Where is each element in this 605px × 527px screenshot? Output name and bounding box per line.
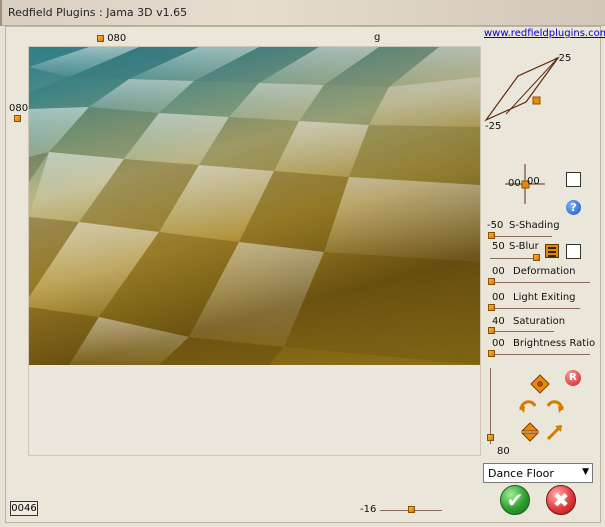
rotate-right-icon[interactable] [545, 396, 565, 416]
light-y-value: 00 [527, 176, 540, 187]
brightness-ratio-label: Brightness Ratio [513, 338, 596, 349]
light-exiting-slider-track[interactable] [490, 308, 580, 309]
title-bar: Redfield Plugins : Jama 3D v1.65 [0, 0, 605, 26]
rotate-left-icon[interactable] [518, 396, 538, 416]
deformation-slider-track[interactable] [490, 282, 590, 283]
s-blur-value: 50 [492, 241, 505, 252]
vertical-slider-track[interactable] [490, 368, 491, 444]
light-exiting-slider-handle[interactable] [488, 304, 495, 311]
light-exiting-value: 00 [492, 292, 505, 303]
s-shading-label: S-Shading [509, 220, 560, 231]
chevron-down-icon: ▼ [582, 467, 589, 477]
s-shading-value: -50 [487, 220, 504, 231]
zoom-value: -16 [360, 504, 377, 515]
light-checkbox[interactable] [566, 172, 581, 187]
g-label: g [374, 32, 381, 43]
checker-floor-render [29, 47, 480, 365]
s-blur-checkbox[interactable] [566, 244, 581, 259]
saturation-label: Saturation [513, 316, 566, 327]
top-x-value: 080 [107, 33, 127, 44]
left-y-value: 080 [9, 103, 29, 114]
vertical-arrows-icon[interactable] [520, 422, 540, 442]
preset-selected: Dance Floor [488, 467, 554, 480]
ok-button[interactable]: ✔ [500, 485, 530, 515]
preview-image[interactable] [29, 47, 480, 365]
preview-area[interactable] [28, 46, 481, 456]
deformation-value: 00 [492, 266, 505, 277]
help-icon[interactable]: ? [566, 200, 581, 215]
s-blur-label: S-Blur [509, 241, 539, 252]
resize-icon[interactable] [545, 422, 565, 442]
light-x-value: 00 [508, 178, 521, 189]
brightness-ratio-value: 00 [492, 338, 505, 349]
preset-dropdown[interactable]: Dance Floor ▼ [483, 463, 593, 483]
left-y-handle[interactable] [14, 115, 21, 122]
rotation-bottom-left-value: -25 [485, 121, 502, 132]
list-icon[interactable] [545, 244, 559, 258]
cancel-button[interactable]: ✖ [546, 485, 576, 515]
saturation-slider-track[interactable] [490, 331, 554, 332]
deformation-label: Deformation [513, 266, 576, 277]
move-icon[interactable] [530, 374, 550, 394]
zoom-slider-handle[interactable] [408, 506, 415, 513]
vertical-slider-value: 80 [497, 446, 510, 457]
deformation-slider-handle[interactable] [488, 278, 495, 285]
s-shading-slider-handle[interactable] [488, 232, 495, 239]
top-x-marker[interactable]: 080 [97, 33, 126, 44]
rotation-top-right-value: -25 [555, 53, 572, 64]
s-shading-slider-track[interactable] [490, 236, 552, 237]
counter-box: 0046 [10, 501, 38, 516]
light-exiting-label: Light Exiting [513, 292, 576, 303]
window-edge [0, 0, 2, 26]
website-link[interactable]: www.redfieldplugins.com [484, 28, 605, 39]
brightness-ratio-slider-handle[interactable] [488, 350, 495, 357]
vertical-slider-handle[interactable] [487, 434, 494, 441]
s-blur-slider-handle[interactable] [533, 254, 540, 261]
window-title: Redfield Plugins : Jama 3D v1.65 [8, 6, 188, 19]
top-x-handle[interactable] [97, 34, 104, 42]
saturation-value: 40 [492, 316, 505, 327]
reset-icon[interactable]: R [565, 370, 581, 386]
brightness-ratio-slider-track[interactable] [490, 354, 590, 355]
saturation-slider-handle[interactable] [488, 327, 495, 334]
